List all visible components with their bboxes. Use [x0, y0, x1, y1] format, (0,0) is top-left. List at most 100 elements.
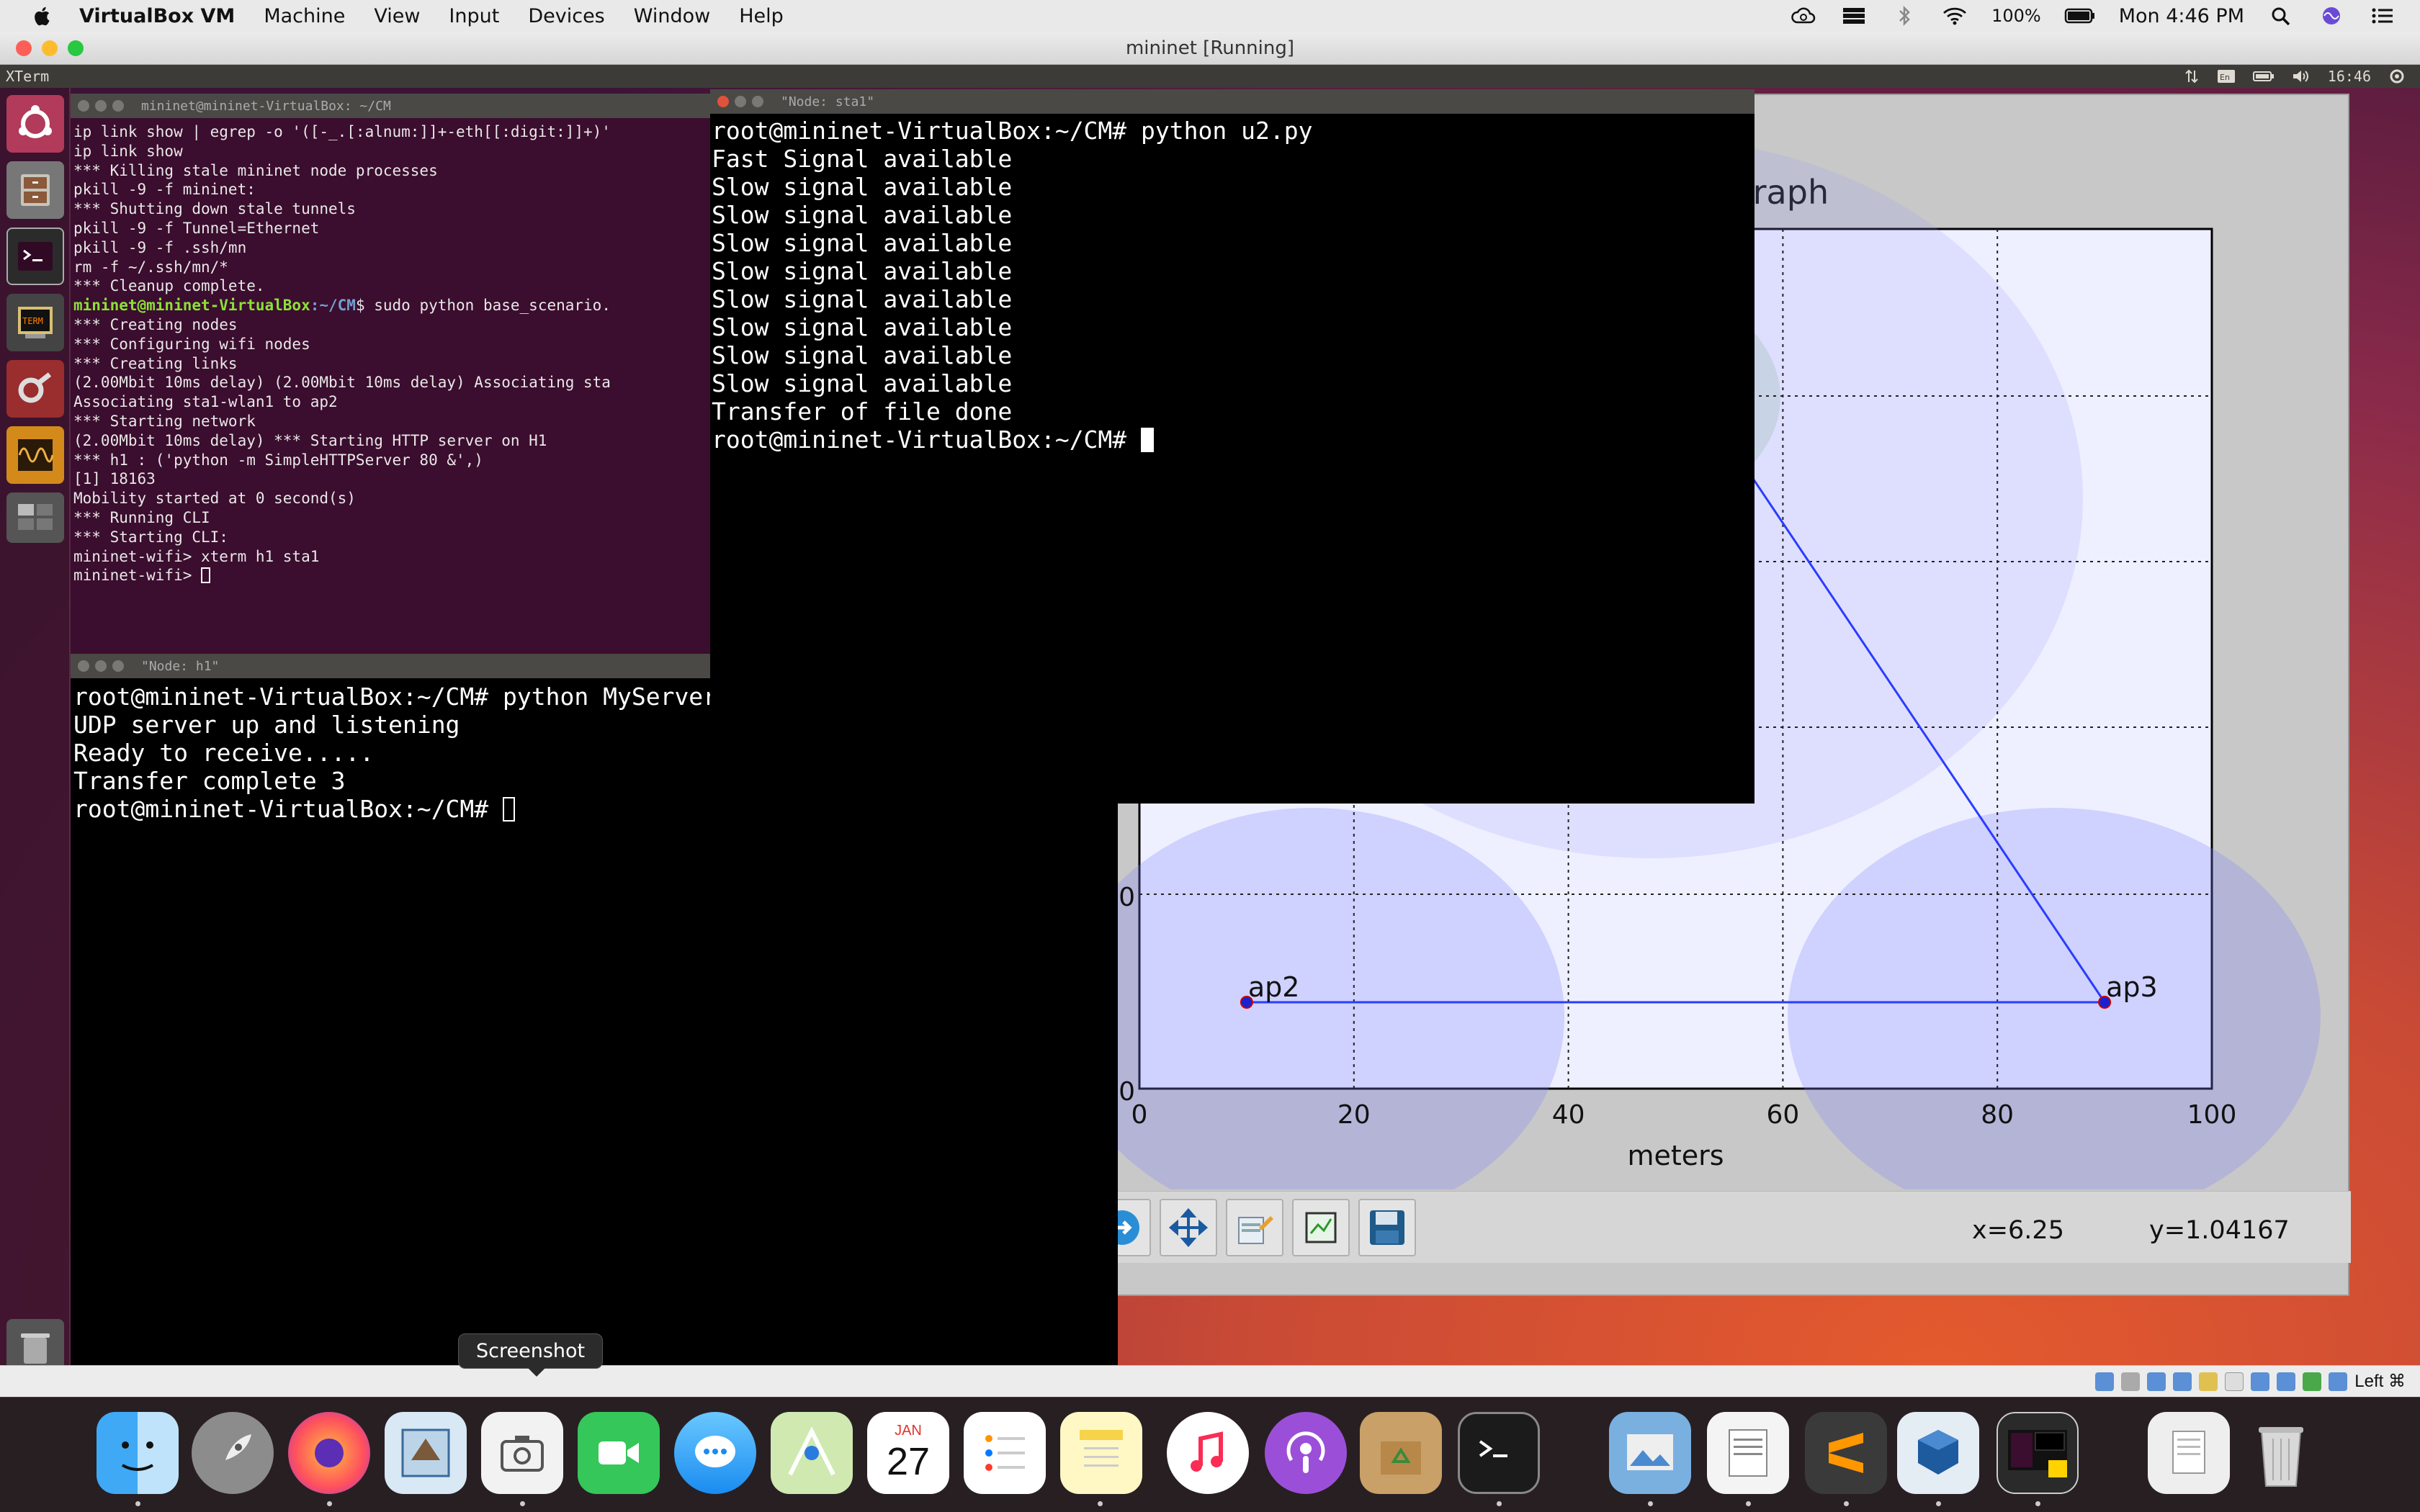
zoom-fit-button[interactable] [1292, 1199, 1350, 1256]
terminal-mininet-cli[interactable]: mininet@mininet-VirtualBox: ~/CM ip link… [71, 94, 712, 655]
sta1-minimize-icon[interactable] [735, 96, 746, 107]
cloud-sync-icon[interactable] [1790, 5, 1817, 27]
dock-notes[interactable] [1060, 1412, 1142, 1494]
shared-folder-icon[interactable] [2199, 1372, 2218, 1391]
terminal-sta1-titlebar[interactable]: "Node: sta1" [710, 89, 1754, 114]
cli-close-icon[interactable] [78, 100, 89, 112]
cli-prompt-path: :~/CM [310, 297, 356, 315]
dock-sublime-text[interactable] [1805, 1412, 1887, 1494]
dock-finder[interactable] [97, 1412, 179, 1494]
vm-display[interactable]: XTerm En 16:46 TERM mininet@mininet-Virt… [0, 65, 2420, 1365]
cli-line: *** h1 : ('python -m SimpleHTTPServer 80… [73, 451, 483, 469]
volume-icon[interactable] [2292, 68, 2311, 84]
cli-maximize-icon[interactable] [112, 100, 124, 112]
dock-vm-window[interactable] [1996, 1412, 2079, 1494]
cli-input-line[interactable]: mininet-wifi> [73, 566, 709, 585]
launcher-terminal-button[interactable] [6, 228, 64, 285]
dock-reminders[interactable] [964, 1412, 1046, 1494]
dock-messages[interactable] [674, 1412, 756, 1494]
dock-textedit[interactable] [1707, 1412, 1789, 1494]
sta1-close-icon[interactable] [717, 96, 729, 107]
dock-preview[interactable] [1609, 1412, 1691, 1494]
finder-face-icon [122, 1441, 153, 1471]
launcher-oscilloscope-button[interactable] [6, 426, 64, 484]
pan-button[interactable] [1160, 1199, 1217, 1256]
optical-drive-icon[interactable] [2095, 1372, 2115, 1391]
network-adapter-icon[interactable] [2147, 1372, 2166, 1391]
keyboard-layout-icon[interactable]: En [2217, 68, 2236, 84]
launcher-trash-button[interactable] [6, 1319, 64, 1365]
power-gear-icon[interactable] [2388, 68, 2406, 85]
terminal-cli-body[interactable]: ip link show | egrep -o '([-_.[:alnum:]]… [71, 118, 712, 655]
x-tick-label: 40 [1552, 1100, 1585, 1130]
terminal-sta1-body[interactable]: root@mininet-VirtualBox:~/CM# python u2.… [710, 114, 1754, 804]
sta1-line: Slow signal available [712, 285, 1013, 313]
network-arrows-icon[interactable] [2184, 68, 2200, 84]
dock-music[interactable] [1167, 1412, 1249, 1494]
terminal-node-sta1[interactable]: "Node: sta1" root@mininet-VirtualBox:~/C… [710, 89, 1754, 804]
y-tick-label: 0 [1119, 1077, 1135, 1107]
cpu-icon[interactable] [2303, 1372, 2322, 1391]
dock-calendar[interactable]: JAN 27 [867, 1412, 949, 1494]
menu-view[interactable]: View [374, 5, 420, 27]
dock-archive-utility[interactable] [1360, 1412, 1442, 1494]
dock-running-indicator [1746, 1501, 1751, 1506]
sta1-maximize-icon[interactable] [752, 96, 763, 107]
usb-icon[interactable] [2173, 1372, 2192, 1391]
terminal-cli-titlebar[interactable]: mininet@mininet-VirtualBox: ~/CM [71, 94, 712, 118]
menu-devices[interactable]: Devices [528, 5, 604, 27]
menu-machine[interactable]: Machine [264, 5, 345, 27]
launcher-workspaces-button[interactable] [6, 492, 64, 543]
menu-window[interactable]: Window [634, 5, 710, 27]
dock-running-indicator [520, 1501, 525, 1506]
menubar-clock[interactable]: Mon 4:46 PM [2119, 5, 2244, 27]
x-tick-label: 100 [2187, 1100, 2237, 1130]
stack-icon[interactable] [1840, 5, 1868, 27]
save-figure-button[interactable] [1358, 1199, 1416, 1256]
apple-menu-icon[interactable] [29, 5, 58, 27]
dock-firefox[interactable] [288, 1412, 370, 1494]
dock-podcasts[interactable] [1265, 1412, 1347, 1494]
bluetooth-icon[interactable] [1891, 5, 1918, 27]
launcher-dash-button[interactable] [6, 95, 64, 153]
siri-icon[interactable] [2318, 5, 2345, 27]
launcher-xterm-button[interactable]: TERM [6, 294, 64, 351]
dock-launchpad[interactable] [192, 1412, 274, 1494]
dock-mail[interactable] [385, 1412, 467, 1494]
mouse-integration-icon[interactable] [2329, 1372, 2348, 1391]
video-capture-icon[interactable] [2251, 1372, 2270, 1391]
display-icon[interactable] [2225, 1372, 2244, 1391]
h1-minimize-icon[interactable] [95, 660, 107, 672]
cli-line: *** Killing stale mininet node processes [73, 161, 438, 179]
dock-facetime[interactable] [578, 1412, 660, 1494]
launcher-settings-button[interactable] [6, 360, 64, 418]
cli-line: [1] 18163 [73, 470, 156, 488]
battery-indicator-icon[interactable] [2252, 68, 2275, 84]
panel-clock[interactable]: 16:46 [2328, 68, 2371, 85]
dock-documents-stack[interactable] [2148, 1412, 2230, 1494]
video-camera-icon [599, 1441, 639, 1464]
dock-trash[interactable] [2240, 1412, 2322, 1494]
notification-center-icon[interactable] [2368, 5, 2396, 27]
spotlight-search-icon[interactable] [2267, 5, 2295, 27]
cli-line: *** Configuring wifi nodes [73, 335, 310, 353]
virtualization-icon[interactable] [2277, 1372, 2296, 1391]
menu-app-name[interactable]: VirtualBox VM [79, 5, 235, 27]
host-key-label[interactable]: Left ⌘ [2354, 1371, 2406, 1392]
h1-close-icon[interactable] [78, 660, 89, 672]
cli-minimize-icon[interactable] [95, 100, 107, 112]
menu-input[interactable]: Input [449, 5, 499, 27]
menu-help[interactable]: Help [739, 5, 784, 27]
h1-maximize-icon[interactable] [112, 660, 124, 672]
dock-virtualbox[interactable] [1897, 1412, 1979, 1494]
wifi-icon[interactable] [1941, 5, 1968, 27]
dock-screenshot[interactable] [481, 1412, 563, 1494]
battery-icon[interactable] [2064, 5, 2096, 27]
dock-terminal[interactable] [1458, 1412, 1540, 1494]
sta1-input-line[interactable]: root@mininet-VirtualBox:~/CM# [712, 426, 1753, 454]
audio-icon[interactable] [2121, 1372, 2141, 1391]
settings-wrench-icon [18, 372, 52, 403]
configure-subplots-button[interactable] [1226, 1199, 1283, 1256]
dock-maps[interactable] [771, 1412, 853, 1494]
launcher-files-button[interactable] [6, 161, 64, 219]
